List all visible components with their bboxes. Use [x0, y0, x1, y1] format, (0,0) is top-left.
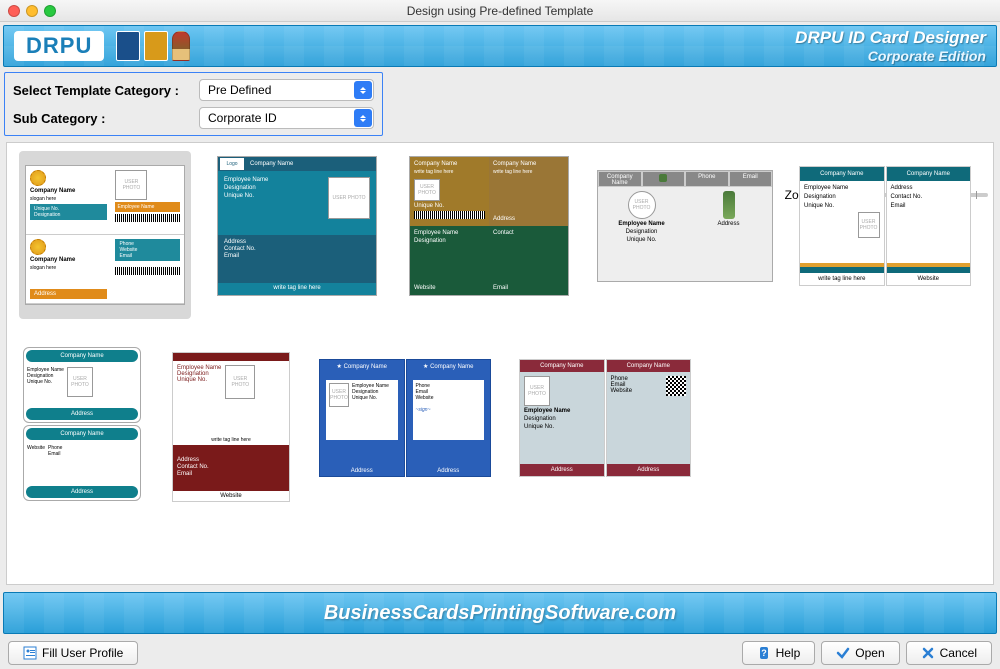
app-banner: DRPU DRPU ID Card Designer Corporate Edi… [3, 25, 997, 67]
dropdown-arrow-icon [354, 81, 372, 99]
subcategory-select[interactable]: Corporate ID [199, 107, 374, 129]
category-select[interactable]: Pre Defined [199, 79, 374, 101]
template-thumb-7[interactable]: Employee NameDesignationUnique No.USER P… [167, 343, 295, 511]
template-thumb-4[interactable]: Company NamePhoneEmail USER PHOTOEmploye… [595, 151, 775, 301]
app-subtitle: Corporate Edition [795, 48, 986, 64]
logo-text: DRPU [26, 33, 92, 59]
logo-badge: DRPU [14, 31, 104, 61]
brush-icon [172, 31, 190, 61]
cancel-label: Cancel [940, 646, 977, 660]
category-value: Pre Defined [208, 83, 271, 97]
template-thumb-9[interactable]: Company NameUSER PHOTOEmployee NameDesig… [515, 343, 695, 493]
svg-text:?: ? [761, 648, 767, 658]
open-label: Open [855, 646, 884, 660]
titlebar: Design using Pre-defined Template [0, 0, 1000, 22]
footer-banner: BusinessCardsPrintingSoftware.com [3, 592, 997, 634]
cancel-button[interactable]: Cancel [906, 641, 992, 665]
close-icon [921, 646, 935, 660]
help-label: Help [776, 646, 801, 660]
user-profile-icon [23, 646, 37, 660]
banner-title-block: DRPU ID Card Designer Corporate Edition [795, 28, 986, 64]
template-thumb-8[interactable]: ★ Company Name USER PHOTOEmployee NameDe… [315, 343, 495, 493]
help-icon: ? [757, 646, 771, 660]
subcategory-value: Corporate ID [208, 111, 277, 125]
template-thumb-5[interactable]: Company NameEmployee NameDesignationUniq… [795, 151, 975, 301]
template-thumb-6[interactable]: Company NameEmployee NameDesignationUniq… [19, 343, 147, 511]
category-label: Select Template Category : [13, 83, 193, 98]
bottom-toolbar: Fill User Profile ? Help Open Cancel [0, 637, 1000, 669]
idcard-icon [144, 31, 168, 61]
template-gallery: Company Name slogan here Unique No.Desig… [6, 142, 994, 585]
template-thumb-1[interactable]: Company Name slogan here Unique No.Desig… [19, 151, 191, 319]
dropdown-arrow-icon [354, 109, 372, 127]
subcategory-label: Sub Category : [13, 111, 193, 126]
help-button[interactable]: ? Help [742, 641, 816, 665]
app-title: DRPU ID Card Designer [795, 28, 986, 48]
idcard-icon [116, 31, 140, 61]
template-selector-panel: Select Template Category : Pre Defined S… [4, 72, 383, 136]
footer-url: BusinessCardsPrintingSoftware.com [324, 602, 676, 625]
template-thumb-3[interactable]: Company Namewrite tag line hereUSER PHOT… [403, 151, 575, 301]
template-thumb-2[interactable]: LogoCompany Name Employee NameDesignatio… [211, 151, 383, 301]
window-title: Design using Pre-defined Template [0, 4, 1000, 18]
banner-icons [116, 31, 190, 61]
fill-user-profile-button[interactable]: Fill User Profile [8, 641, 138, 665]
open-button[interactable]: Open [821, 641, 899, 665]
check-icon [836, 646, 850, 660]
fill-user-profile-label: Fill User Profile [42, 646, 123, 660]
